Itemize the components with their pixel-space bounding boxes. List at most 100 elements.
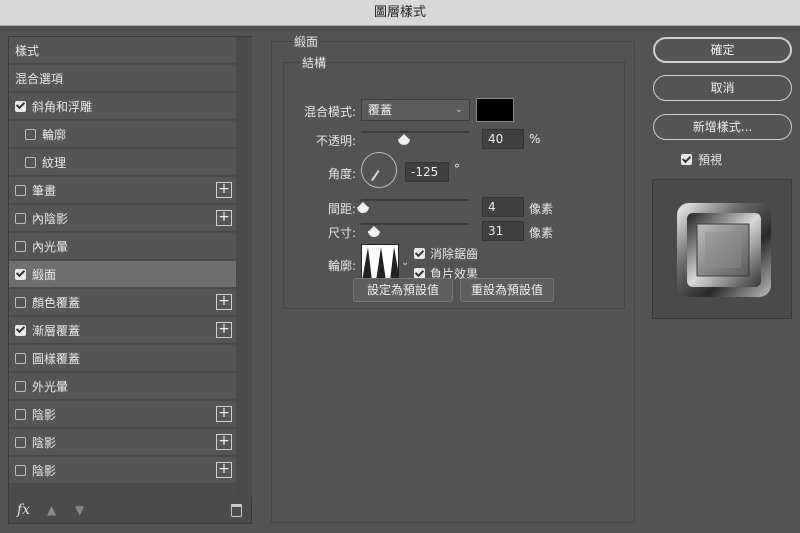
style-item-checkbox[interactable] (15, 240, 26, 252)
preview-checkbox[interactable] (681, 154, 692, 165)
anti-alias-checkbox[interactable] (414, 248, 425, 259)
move-up-arrow-icon[interactable]: ▲ (47, 503, 56, 517)
size-slider-thumb[interactable] (367, 226, 380, 237)
size-slider-track[interactable] (361, 223, 469, 225)
opacity-slider-thumb[interactable] (398, 134, 411, 145)
style-item-checkbox[interactable] (15, 268, 26, 280)
angle-input[interactable]: -125 (405, 162, 449, 182)
style-item[interactable]: 陰影 + (9, 457, 236, 484)
distance-unit: 像素 (529, 202, 554, 216)
angle-needle (371, 170, 380, 182)
style-item-checkbox[interactable] (15, 184, 26, 196)
style-item[interactable]: 漸層覆蓋 + (9, 317, 236, 344)
satin-section-title: 緞面 (292, 33, 321, 50)
distance-label: 間距: (327, 202, 356, 216)
structure-group: 結構 混合模式: 覆蓋 ⌄ 不透明: 40 % 角度: -125 ° 間距: 4… (283, 54, 625, 309)
structure-title: 結構 (300, 54, 329, 71)
distance-slider-track[interactable] (361, 199, 469, 201)
size-unit: 像素 (529, 226, 554, 240)
chevron-down-icon: ⌄ (454, 104, 463, 115)
style-item-checkbox[interactable] (15, 408, 26, 420)
blend-mode-label: 混合模式: (303, 105, 356, 119)
style-item[interactable]: 陰影 + (9, 401, 236, 428)
new-style-button[interactable]: 新增樣式... (653, 114, 792, 140)
style-item[interactable]: 內光暈 (9, 233, 236, 260)
style-item[interactable]: 外光暈 (9, 373, 236, 400)
opacity-input[interactable]: 40 (482, 129, 524, 149)
trash-icon[interactable] (231, 504, 242, 517)
size-input[interactable]: 31 (482, 221, 524, 241)
style-item-checkbox[interactable] (25, 156, 36, 168)
style-item[interactable]: 陰影 + (9, 429, 236, 456)
opacity-unit: % (529, 132, 541, 146)
satin-panel: 緞面 結構 混合模式: 覆蓋 ⌄ 不透明: 40 % 角度: -125 ° 間距… (271, 33, 635, 523)
style-item-checkbox[interactable] (15, 212, 26, 224)
style-item[interactable]: 筆畫 + (9, 177, 236, 204)
satin-color-swatch[interactable] (476, 98, 514, 122)
style-item-checkbox[interactable] (15, 100, 26, 112)
style-item-label: 顏色覆蓋 (32, 295, 81, 310)
blend-mode-select[interactable]: 覆蓋 ⌄ (361, 99, 470, 121)
styles-scrollbar[interactable] (238, 37, 252, 497)
anti-alias-option[interactable]: 消除鋸齒 (414, 245, 478, 262)
style-item[interactable]: 內陰影 + (9, 205, 236, 232)
add-style-plus-icon[interactable]: + (216, 462, 232, 478)
blend-mode-value: 覆蓋 (368, 103, 393, 117)
style-item-label: 陰影 (32, 407, 57, 422)
style-item[interactable]: 紋理 (9, 149, 236, 176)
ok-button[interactable]: 確定 (653, 37, 792, 63)
size-label: 尺寸: (327, 226, 356, 240)
style-item-label: 外光暈 (32, 379, 69, 394)
style-item[interactable]: 圖樣覆蓋 (9, 345, 236, 372)
reset-default-button[interactable]: 重設為預設值 (460, 278, 554, 302)
preview-option[interactable]: 預視 (681, 151, 722, 168)
style-item[interactable]: 斜角和浮雕 (9, 93, 236, 120)
style-item-checkbox[interactable] (15, 352, 26, 364)
style-item-checkbox[interactable] (15, 380, 26, 392)
contour-label: 輪廓: (327, 259, 356, 273)
style-item-label: 陰影 (32, 435, 57, 450)
style-item-label: 輪廓 (42, 127, 67, 142)
style-item-label: 緞面 (32, 267, 57, 282)
distance-slider-thumb[interactable] (357, 202, 370, 213)
distance-input[interactable]: 4 (482, 197, 524, 217)
style-item-label: 紋理 (42, 155, 67, 170)
add-style-plus-icon[interactable]: + (216, 434, 232, 450)
style-preview-thumbnail (677, 203, 771, 297)
style-item-label: 漸層覆蓋 (32, 323, 81, 338)
opacity-slider-track[interactable] (361, 131, 469, 133)
cancel-button[interactable]: 取消 (653, 75, 792, 101)
style-item[interactable]: 樣式 (9, 37, 236, 64)
add-style-plus-icon[interactable]: + (216, 210, 232, 226)
style-item-checkbox[interactable] (15, 436, 26, 448)
angle-label: 角度: (327, 167, 356, 181)
contour-chevron-down-icon[interactable]: ⌄ (401, 257, 409, 268)
set-default-button[interactable]: 設定為預設值 (353, 278, 453, 302)
style-item-label: 內陰影 (32, 211, 69, 226)
add-style-plus-icon[interactable]: + (216, 182, 232, 198)
style-item-checkbox[interactable] (15, 324, 26, 336)
move-down-arrow-icon[interactable]: ▼ (75, 503, 84, 517)
style-item-label: 樣式 (15, 43, 40, 58)
style-item-label: 陰影 (32, 463, 57, 478)
style-item[interactable]: 顏色覆蓋 + (9, 289, 236, 316)
angle-dial[interactable] (361, 152, 397, 188)
style-item-checkbox[interactable] (25, 128, 36, 140)
contour-picker[interactable] (361, 244, 399, 280)
style-item-label: 斜角和浮雕 (32, 99, 93, 114)
style-item-label: 筆畫 (32, 183, 57, 198)
add-style-plus-icon[interactable]: + (216, 322, 232, 338)
style-item-checkbox[interactable] (15, 464, 26, 476)
style-item-label: 內光暈 (32, 239, 69, 254)
anti-alias-label: 消除鋸齒 (430, 247, 479, 261)
style-item[interactable]: 混合選項 (9, 65, 236, 92)
styles-panel: 樣式混合選項斜角和浮雕輪廓紋理筆畫 + 內陰影 + 內光暈緞面顏色覆蓋 + 漸層覆蓋 + 圖樣覆… (8, 36, 252, 524)
add-style-plus-icon[interactable]: + (216, 294, 232, 310)
angle-unit: ° (454, 162, 460, 176)
style-item[interactable]: 緞面 (9, 261, 236, 288)
add-style-plus-icon[interactable]: + (216, 406, 232, 422)
style-item-checkbox[interactable] (15, 296, 26, 308)
style-preview (652, 179, 792, 319)
style-item[interactable]: 輪廓 (9, 121, 236, 148)
fx-menu-button[interactable]: fx (17, 502, 30, 518)
